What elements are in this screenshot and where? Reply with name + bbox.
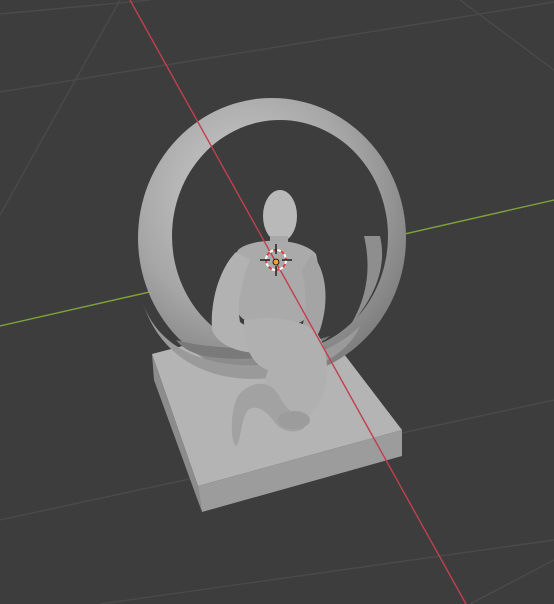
3d-viewport[interactable] <box>0 0 554 604</box>
object-origin-icon <box>272 258 280 266</box>
viewport-canvas[interactable] <box>0 0 554 604</box>
